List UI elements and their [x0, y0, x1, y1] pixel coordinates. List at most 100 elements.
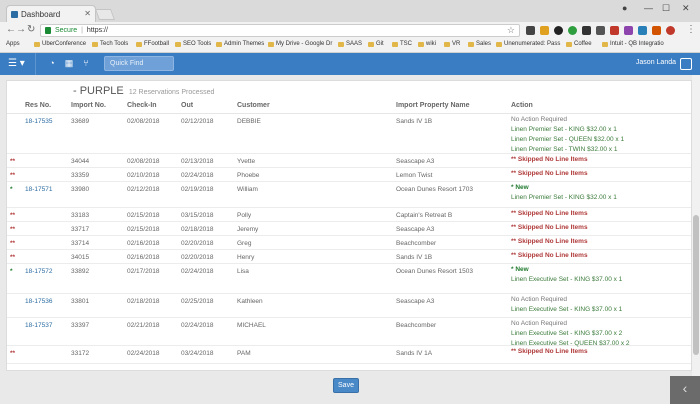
bookmark-item[interactable]: Intuit - QB Integratio: [602, 41, 664, 47]
customer-name: DEBBIE: [237, 118, 261, 125]
table-row: 18-17537 33397 02/21/2018 02/24/2018 MICHAEL…: [7, 318, 691, 349]
table-row: ** 34044 02/08/2018 02/13/2018 Yvette Seascap…: [7, 154, 691, 168]
minimize-icon[interactable]: —: [644, 3, 653, 13]
bookmark-item[interactable]: FFootball: [136, 41, 169, 47]
bookmark-item[interactable]: My Drive - Google Dr: [268, 41, 332, 47]
collapse-chevron-icon[interactable]: ‹: [670, 376, 700, 404]
flag-marker: **: [10, 158, 16, 165]
extension-icon[interactable]: [666, 26, 675, 35]
quick-find-input[interactable]: Quick Find: [104, 56, 174, 71]
import-number: 33892: [71, 268, 90, 275]
extension-icon[interactable]: [638, 26, 647, 35]
no-action-status: No Action Required: [511, 116, 568, 123]
customer-name: William: [237, 186, 258, 193]
profile-icon[interactable]: ●: [622, 3, 627, 13]
dashboard-gauge-icon[interactable]: ◔: [46, 58, 58, 70]
import-number: 33714: [71, 240, 90, 247]
line-item: Linen Premier Set - QUEEN $32.00 x 1: [511, 136, 625, 143]
check-in-date: 02/10/2018: [127, 172, 160, 179]
check-out-date: 02/12/2018: [181, 118, 214, 125]
customer-name: Greg: [237, 240, 252, 247]
new-tab-button[interactable]: [94, 9, 116, 20]
extension-icon[interactable]: [568, 26, 577, 35]
check-out-date: 02/19/2018: [181, 186, 214, 193]
forward-icon[interactable]: →: [16, 24, 26, 35]
customer-name: Yvette: [237, 158, 256, 165]
user-avatar[interactable]: [680, 58, 692, 70]
check-in-date: 02/21/2018: [127, 322, 160, 329]
bookmark-item[interactable]: Git: [368, 41, 384, 47]
res-number[interactable]: 18-17536: [25, 298, 52, 305]
extension-icon[interactable]: [582, 26, 591, 35]
chrome-menu-icon[interactable]: ⋮: [686, 24, 696, 35]
redacted-name: [9, 85, 69, 97]
action-cell: No Action Required Linen Executive Set - …: [511, 295, 622, 315]
property-name: Seascape A3: [396, 158, 435, 165]
maximize-icon[interactable]: ☐: [662, 3, 670, 14]
bookmark-item[interactable]: Sales: [468, 41, 491, 47]
table-row: ** 33717 02/15/2018 02/18/2018 Jeremy Seascap…: [7, 222, 691, 236]
back-icon[interactable]: ←: [6, 24, 16, 35]
url-text: https://: [86, 27, 108, 34]
hamburger-menu-icon[interactable]: ☰ ▾: [8, 58, 25, 69]
res-number[interactable]: 18-17535: [25, 118, 52, 125]
property-name: Captain's Retreat B: [396, 212, 453, 219]
close-tab-icon[interactable]: ✕: [84, 9, 91, 18]
bookmark-item[interactable]: VR: [444, 41, 460, 47]
header-divider: [35, 53, 36, 75]
line-item: Linen Executive Set - KING $37.00 x 1: [511, 306, 623, 313]
save-button[interactable]: Save: [333, 378, 359, 393]
user-name[interactable]: Jason Landa: [636, 59, 676, 66]
bookmark-item[interactable]: Unenumerated: Pass: [496, 41, 560, 47]
bookmark-item[interactable]: TSC: [392, 41, 412, 47]
extension-icon[interactable]: [526, 26, 535, 35]
lock-icon: [45, 27, 51, 34]
secure-label: Secure: [55, 27, 78, 34]
res-number[interactable]: 18-17537: [25, 322, 52, 329]
action-cell: * New Linen Premier Set - KING $32.00 x 1: [511, 183, 617, 203]
import-number: 34044: [71, 158, 90, 165]
bookmark-item[interactable]: Admin Themes: [216, 41, 264, 47]
table-row: ** 33714 02/16/2018 02/20/2018 Greg Beachcomb…: [7, 236, 691, 250]
extension-icon[interactable]: [624, 26, 633, 35]
extension-icon[interactable]: [540, 26, 549, 35]
bookmark-item[interactable]: SEO Tools: [175, 41, 211, 47]
url-bar[interactable]: Secure | https:// ☆: [40, 24, 520, 37]
reload-icon[interactable]: ↻: [27, 24, 35, 35]
property-name: Ocean Dunes Resort 1703: [396, 186, 473, 193]
res-number[interactable]: 18-17571: [25, 186, 52, 193]
property-name: Beachcomber: [396, 322, 437, 329]
skipped-status: ** Skipped No Line Items: [511, 238, 588, 245]
table-header: Res No. Import No. Check-In Out Customer…: [7, 102, 691, 114]
flag-marker: **: [10, 254, 16, 261]
check-in-date: 02/12/2018: [127, 186, 160, 193]
action-cell: ** Skipped No Line Items: [511, 223, 588, 233]
scrollbar-thumb[interactable]: [693, 215, 699, 355]
bookmark-star-icon[interactable]: ☆: [507, 25, 515, 36]
line-item: Linen Executive Set - KING $37.00 x 2: [511, 330, 623, 337]
res-number[interactable]: 18-17572: [25, 268, 52, 275]
calculator-icon[interactable]: ▦: [63, 58, 75, 70]
action-cell: No Action Required Linen Executive Set - …: [511, 319, 630, 349]
bookmark-item[interactable]: wiki: [418, 41, 436, 47]
extension-icon[interactable]: [596, 26, 605, 35]
bookmark-item[interactable]: Coffee: [566, 41, 592, 47]
window-close-icon[interactable]: ✕: [682, 3, 690, 14]
extension-icon[interactable]: [652, 26, 661, 35]
table-row: ** 34015 02/16/2018 02/20/2018 Henry Sands IV…: [7, 250, 691, 264]
property-name: Sands IV 1A: [396, 350, 433, 357]
branch-icon[interactable]: ⑂: [80, 58, 92, 70]
browser-tab[interactable]: Dashboard ✕: [6, 5, 96, 22]
check-in-date: 02/16/2018: [127, 254, 160, 261]
bookmark-item[interactable]: Tech Tools: [92, 41, 128, 47]
flag-marker: *: [10, 186, 13, 193]
extension-icon[interactable]: [554, 26, 563, 35]
import-number: 33689: [71, 118, 90, 125]
bookmark-item[interactable]: UberConference: [34, 41, 86, 47]
bookmarks-bar: Apps UberConference Tech Tools FFootball…: [0, 39, 700, 53]
action-cell: ** Skipped No Line Items: [511, 347, 588, 357]
extension-icon[interactable]: [610, 26, 619, 35]
bookmark-item[interactable]: SAAS: [338, 41, 362, 47]
table-row: 18-17535 33689 02/08/2018 02/12/2018 DEBBIE S…: [7, 114, 691, 154]
bookmark-apps[interactable]: Apps: [6, 41, 20, 47]
